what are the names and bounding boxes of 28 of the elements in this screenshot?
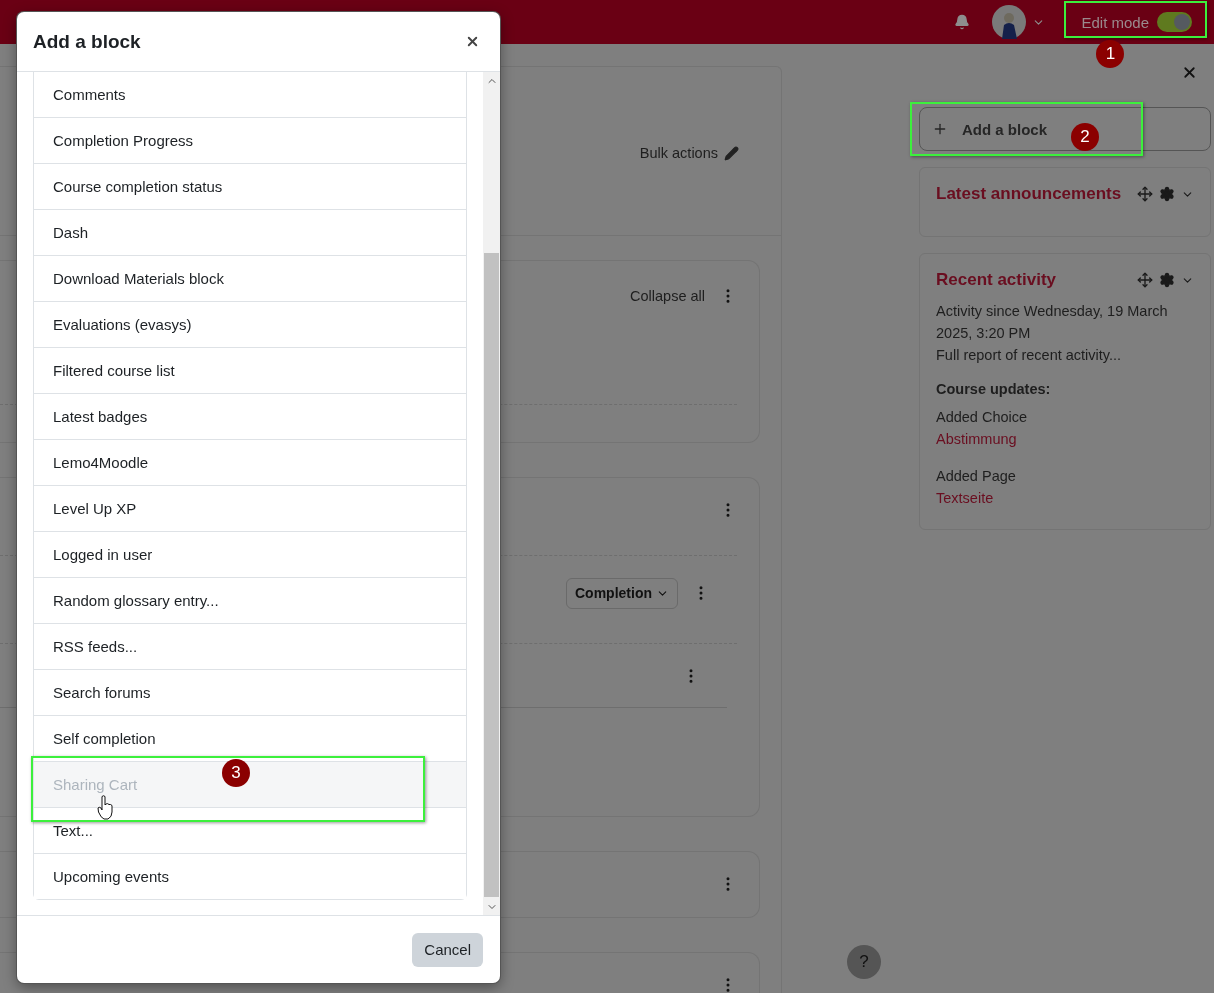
edit-mode-toggle[interactable]: [1157, 12, 1192, 32]
update-text: Added Choice: [936, 408, 1029, 427]
close-icon[interactable]: [1181, 64, 1198, 81]
callout-number: 2: [1071, 123, 1099, 151]
bulk-actions-link[interactable]: Bulk actions: [639, 145, 739, 161]
cancel-button[interactable]: Cancel: [412, 932, 483, 967]
move-icon[interactable]: [1137, 186, 1153, 202]
notification-bell-icon[interactable]: [954, 14, 971, 30]
block-option[interactable]: Upcoming events: [34, 853, 466, 899]
settings-icon[interactable]: [1159, 186, 1175, 202]
block-title: Recent activity: [936, 270, 1056, 290]
callout-number: 1: [1096, 40, 1125, 68]
collapse-all-link[interactable]: Collapse all: [630, 288, 705, 304]
block-title: Latest announcements: [936, 184, 1122, 204]
activity-since-text: Activity since Wednesday, 19 March 2025, 3:20 PM: [936, 302, 1169, 343]
close-icon[interactable]: [465, 34, 480, 49]
update-text: Added Page: [936, 467, 1017, 486]
plus-icon: [932, 121, 948, 137]
settings-icon[interactable]: [1159, 272, 1175, 288]
hand-cursor-icon: [97, 795, 114, 820]
dialog-title: Add a block: [33, 30, 141, 53]
avatar[interactable]: [992, 5, 1027, 39]
move-icon[interactable]: [1137, 272, 1153, 288]
course-updates-heading: Course updates:: [936, 380, 1052, 399]
full-report-link[interactable]: Full report of recent activity...: [936, 344, 1194, 366]
edit-mode-label: Edit mode: [1081, 13, 1149, 31]
pencil-icon: [724, 145, 739, 161]
completion-dropdown[interactable]: Completion: [566, 577, 678, 609]
